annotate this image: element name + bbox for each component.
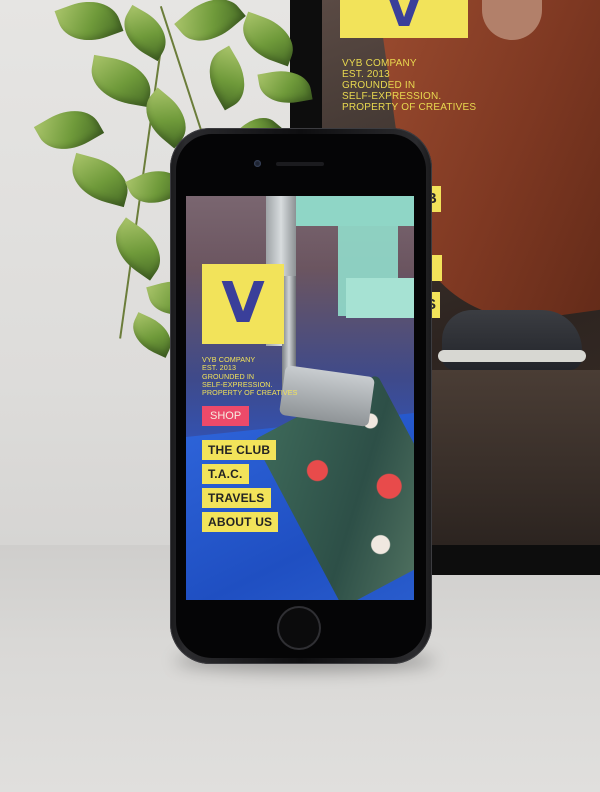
monitor-photo-shoe-sole [438,350,586,362]
monitor-tagline: VYB COMPANY EST. 2013 GROUNDED IN SELF-E… [342,58,476,113]
earpiece-speaker [276,162,324,166]
monitor-tagline-line: SELF-EXPRESSION. [342,91,442,102]
monitor-tagline-line: VYB COMPANY [342,58,417,69]
plant-leaf [86,54,156,108]
plant-leaf [174,0,246,55]
hero-photo-mint-shape [346,278,414,318]
nav-item-the-club[interactable]: THE CLUB [202,440,277,460]
plant-leaf [235,11,301,67]
nav-item-travels[interactable]: TRAVELS [202,488,271,508]
mockup-scene: V VYB COMPANY EST. 2013 GROUNDED IN SELF… [0,0,600,792]
hero-photo-mint-shape [296,196,414,226]
monitor-tagline-line: PROPERTY OF CREATIVES [342,102,477,113]
plant-leaf [104,217,172,281]
brand-tagline: VYB COMPANY EST. 2013 GROUNDED IN SELF-E… [202,355,298,398]
brand-logo[interactable]: V [202,264,284,344]
phone-screen [186,196,414,600]
plant-leaf [197,45,257,111]
front-camera-icon [254,160,261,167]
plant-leaf [33,98,105,162]
plant-leaf [257,65,313,109]
home-button-icon[interactable] [279,608,319,648]
monitor-tagline-line: EST. 2013 [342,69,390,80]
monitor-logo: V [340,0,468,38]
nav-item-about-us[interactable]: ABOUT US [202,512,279,532]
plant-leaf [54,0,124,51]
monitor-tagline-line: GROUNDED IN [342,80,416,91]
plant-leaf [65,152,135,208]
shop-button[interactable]: SHOP [202,406,250,426]
plant-leaf [114,4,176,62]
tagline-line: PROPERTY OF CREATIVES [202,388,298,398]
nav-item-tac[interactable]: T.A.C. [202,464,249,484]
